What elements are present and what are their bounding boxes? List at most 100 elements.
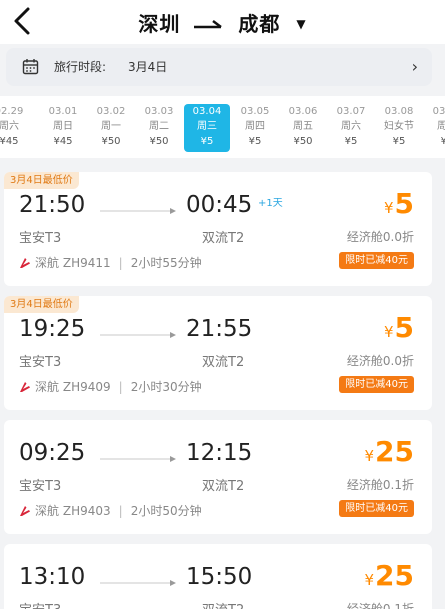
date-price-strip: 02.29周六¥4503.01周日¥4503.02周一¥5003.03周二¥50… (0, 96, 445, 158)
flight-duration: 2小时50分钟 (130, 504, 202, 518)
arrival-airport: 双流T2 (202, 355, 245, 370)
price-value: 5 (394, 311, 414, 344)
shenzhen-airlines-logo-icon (18, 380, 32, 394)
date-option-weekday: 周六 (341, 121, 361, 132)
date-option-date: 03.01 (48, 106, 78, 117)
promo-badge: 限时已减40元 (339, 252, 414, 269)
date-option[interactable]: 03.05 周四 ¥5 (232, 104, 278, 152)
date-option-price: ¥5 (248, 136, 262, 147)
date-option-price: ¥50 (149, 136, 169, 147)
top-nav-bar: 深圳 成都 ▼ (0, 0, 445, 44)
price-value: 5 (394, 187, 414, 220)
cabin-discount: 经济舱0.0折 (346, 354, 414, 368)
date-option[interactable]: 03.09 周日 ¥5 (424, 104, 445, 152)
date-option-date: 03.06 (288, 106, 318, 117)
date-option-weekday: 妇女节 (384, 121, 414, 132)
departure-time: 09:25 (19, 440, 86, 466)
date-option-weekday: 周日 (53, 121, 73, 132)
date-option-price: ¥50 (101, 136, 121, 147)
flight-card[interactable]: 13:10 15:50 ¥25 宝安T3 双流T2 经济舱0.1折 (4, 544, 432, 609)
date-option[interactable]: 03.03 周二 ¥50 (136, 104, 182, 152)
date-option-date: 03.09 (432, 106, 445, 117)
flight-number: ZH9403 (62, 504, 111, 518)
currency-symbol: ¥ (383, 199, 394, 217)
date-option[interactable]: 03.08 妇女节 ¥5 (376, 104, 422, 152)
next-day-indicator: +1天 (258, 198, 283, 209)
date-option-price: ¥5 (344, 136, 358, 147)
flight-card[interactable]: 3月4日最低价 19:25 21:55 ¥5 宝安T3 双流T2 经济舱0.0折 深航 ZH9… (4, 296, 432, 410)
date-option[interactable]: 03.01 周日 ¥45 (40, 104, 86, 152)
flight-duration: 2小时30分钟 (130, 380, 202, 394)
date-option-weekday: 周六 (0, 121, 19, 132)
flight-duration: 2小时55分钟 (130, 256, 202, 270)
departure-time: 13:10 (19, 564, 86, 590)
date-option-weekday: 周四 (245, 121, 265, 132)
period-label: 旅行时段: (54, 60, 107, 74)
date-option-price: ¥45 (53, 136, 73, 147)
date-option[interactable]: 02.29 周六 ¥45 (0, 104, 32, 152)
arrival-airport: 双流T2 (202, 479, 245, 494)
price: ¥5 (384, 187, 414, 220)
period-date: 3月4日 (128, 60, 168, 74)
airline-name: 深航 (35, 256, 60, 270)
date-option-price: ¥50 (293, 136, 313, 147)
airline-info: 深航 ZH9409 | 2小时30分钟 (18, 378, 202, 395)
route-arrow-icon (194, 19, 223, 28)
divider: | (118, 256, 123, 270)
date-option[interactable]: 03.07 周六 ¥5 (328, 104, 374, 152)
price: ¥5 (384, 311, 414, 344)
travel-period-selector[interactable]: 旅行时段: 3月4日 › (6, 48, 432, 86)
flight-direction-arrow-icon (100, 201, 176, 214)
arrival-airport: 双流T2 (202, 599, 244, 609)
date-option-price: ¥5 (440, 136, 445, 147)
lowest-price-badge: 3月4日最低价 (4, 296, 79, 313)
flight-direction-arrow-icon (100, 325, 176, 338)
destination-city: 成都 (238, 12, 281, 36)
date-option-weekday: 周日 (437, 121, 445, 132)
price: ¥25 (364, 435, 414, 468)
date-option[interactable]: 03.02 周一 ¥50 (88, 104, 134, 152)
date-option-date: 02.29 (0, 106, 24, 117)
date-option-price: ¥5 (392, 136, 406, 147)
flight-number: ZH9411 (62, 256, 111, 270)
date-option-price: ¥5 (200, 136, 214, 147)
caret-down-icon[interactable]: ▼ (296, 17, 306, 31)
route-selector[interactable]: 深圳 成都 ▼ (0, 8, 445, 37)
calendar-icon (22, 59, 39, 75)
arrival-airport: 双流T2 (202, 231, 245, 246)
flight-direction-arrow-icon (100, 449, 176, 462)
chevron-right-icon: › (411, 57, 418, 76)
cabin-discount: 经济舱0.0折 (346, 230, 414, 244)
arrival-time: 00:45 (186, 192, 253, 218)
date-option-weekday: 周一 (101, 121, 121, 132)
date-option[interactable]: 03.04 周三 ¥5 (184, 104, 230, 152)
airline-name: 深航 (35, 504, 60, 518)
currency-symbol: ¥ (383, 323, 394, 341)
shenzhen-airlines-logo-icon (18, 256, 32, 270)
departure-time: 19:25 (19, 316, 86, 342)
flight-card[interactable]: 3月4日最低价 21:50 00:45 +1天 ¥5 宝安T3 双流T2 经济舱0.0折 深航 … (4, 172, 432, 286)
date-option-weekday: 周三 (197, 121, 217, 132)
currency-symbol: ¥ (364, 447, 375, 465)
airline-name: 深航 (35, 380, 60, 394)
lowest-price-badge: 3月4日最低价 (4, 172, 79, 189)
flight-card[interactable]: 09:25 12:15 ¥25 宝安T3 双流T2 经济舱0.1折深航 ZH9403 | 2小… (4, 420, 432, 534)
currency-symbol: ¥ (364, 571, 375, 589)
date-option-date: 03.08 (384, 106, 414, 117)
departure-time: 21:50 (19, 192, 86, 218)
arrival-time: 12:15 (186, 440, 253, 466)
departure-airport: 宝安T3 (19, 479, 62, 494)
departure-airport: 宝安T3 (19, 355, 62, 370)
flight-number: ZH9409 (62, 380, 111, 394)
cabin-discount: 经济舱0.1折 (346, 478, 414, 492)
price: ¥25 (364, 559, 414, 592)
date-option-weekday: 周五 (293, 121, 313, 132)
departure-airport: 宝安T3 (19, 599, 61, 609)
date-option[interactable]: 03.06 周五 ¥50 (280, 104, 326, 152)
promo-badge: 限时已减40元 (339, 500, 414, 517)
flight-direction-arrow-icon (100, 573, 176, 586)
price-value: 25 (375, 559, 414, 592)
divider: | (118, 504, 123, 518)
departure-airport: 宝安T3 (19, 231, 62, 246)
origin-city: 深圳 (138, 12, 181, 36)
